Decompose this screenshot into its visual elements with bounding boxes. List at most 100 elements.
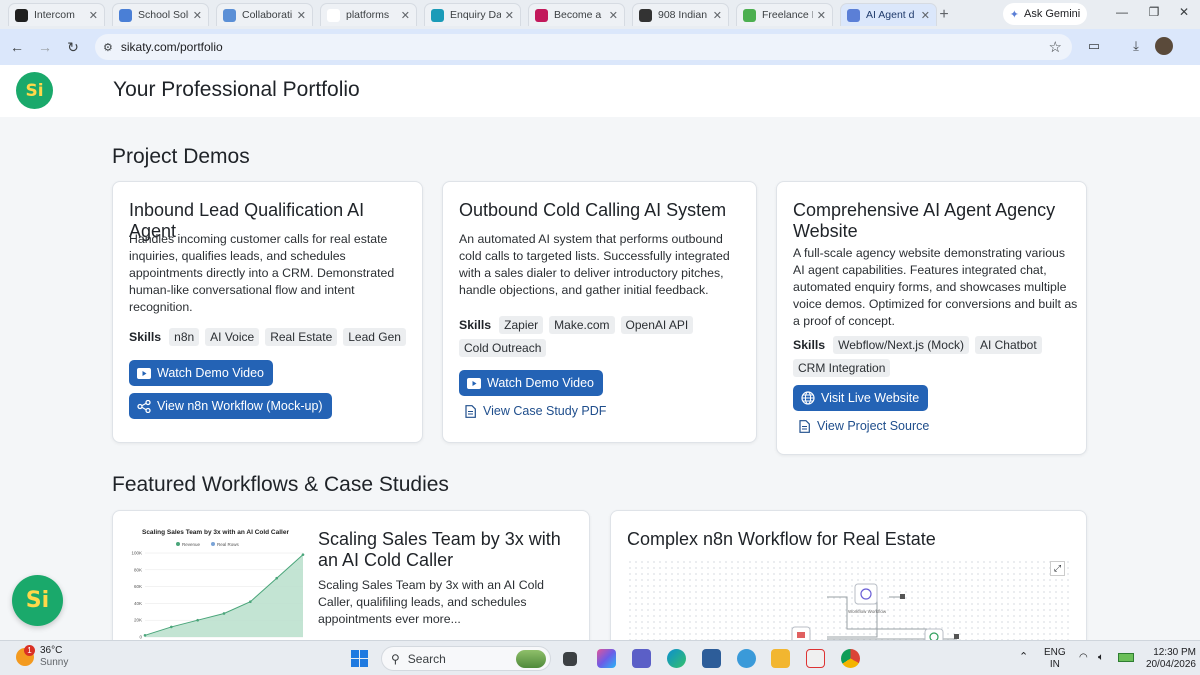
tab-favicon-icon [639, 8, 652, 22]
browser-tab[interactable]: Collaborati ✕ [216, 3, 313, 26]
card-title: Outbound Cold Calling AI System [459, 200, 727, 220]
clock-date: 20/04/2026 [1145, 659, 1196, 670]
file-explorer-icon[interactable] [771, 649, 790, 668]
download-icon[interactable]: ⤓ [1127, 38, 1145, 56]
document-icon [465, 404, 476, 418]
tab-favicon-icon [223, 8, 236, 22]
tab-favicon-icon [15, 8, 28, 22]
restore-button[interactable]: ❐ [1142, 5, 1166, 23]
data-point [143, 634, 147, 637]
workflow-diagram [791, 583, 959, 646]
project-demos-heading: Project Demos [112, 145, 250, 168]
area-chart: RevenueReal Rows100K80K60K40K20K02019201… [131, 542, 308, 644]
vpn-app-icon[interactable] [737, 649, 756, 668]
visit-website-label: Visit Live Website [821, 391, 920, 405]
teams-icon[interactable] [632, 649, 651, 668]
tab-close-icon[interactable]: ✕ [609, 9, 618, 22]
legend-label: Revenue [182, 542, 201, 547]
skill-chip: Lead Gen [343, 328, 406, 346]
lang-line1: ENG [1044, 647, 1066, 658]
battery-icon[interactable] [1118, 653, 1134, 662]
case-study-pdf-link[interactable]: View Case Study PDF [465, 404, 606, 418]
tab-label: Collaborati [242, 9, 293, 21]
weather-widget[interactable]: 1 36°C Sunny [16, 645, 68, 669]
view-workflow-label: View n8n Workflow (Mock-up) [157, 399, 323, 413]
notification-badge: 1 [24, 645, 35, 656]
tab-close-icon[interactable]: ✕ [921, 9, 930, 22]
tab-close-icon[interactable]: ✕ [89, 9, 98, 22]
card-description: An automated AI system that performs out… [459, 232, 730, 297]
tab-favicon-icon [535, 8, 548, 22]
copilot-icon[interactable] [597, 649, 616, 668]
chart-title: Scaling Sales Team by 3x with an AI Cold… [141, 529, 290, 536]
y-tick-label: 100K [131, 551, 142, 556]
bookmark-star-icon[interactable]: ☆ [1049, 38, 1062, 56]
browser-tab[interactable]: Enquiry Da ✕ [424, 3, 521, 26]
tab-label: Enquiry Da [450, 9, 501, 21]
profile-avatar[interactable] [1155, 37, 1173, 55]
case-study-link-label: View Case Study PDF [483, 404, 607, 418]
browser-tab[interactable]: AI Agent d ✕ [840, 3, 937, 26]
task-view-icon[interactable] [563, 652, 577, 666]
skills-label: Skills [793, 338, 826, 352]
tab-close-icon[interactable]: ✕ [297, 9, 306, 22]
new-tab-button[interactable]: + [934, 5, 954, 25]
site-info-icon[interactable]: ⚙ [103, 41, 113, 54]
tab-close-icon[interactable]: ✕ [817, 9, 826, 22]
floating-logo-button[interactable]: Si [12, 575, 63, 626]
url-text[interactable]: sikaty.com/portfolio [121, 40, 223, 54]
show-hidden-icons-chevron[interactable]: ⌃ [1019, 651, 1028, 663]
tab-label: Freelance I [762, 9, 813, 21]
browser-tab[interactable]: Freelance I ✕ [736, 3, 833, 26]
browser-tab[interactable]: platforms ✕ [320, 3, 417, 26]
card-title: Comprehensive AI Agent Agency Website [793, 200, 1056, 241]
reload-icon[interactable]: ↻ [64, 38, 82, 56]
tab-close-icon[interactable]: ✕ [401, 9, 410, 22]
legend-marker [211, 542, 215, 546]
browser-tab[interactable]: School Solu ✕ [112, 3, 209, 26]
address-bar[interactable]: ⚙ sikaty.com/portfolio ☆ [95, 34, 1072, 60]
tab-label: platforms [346, 9, 390, 21]
view-workflow-button[interactable]: View n8n Workflow (Mock-up) [129, 393, 332, 419]
language-indicator[interactable]: ENG IN [1044, 647, 1066, 671]
browser-tab[interactable]: 908 Indian ✕ [632, 3, 729, 26]
visit-website-button[interactable]: Visit Live Website [793, 385, 929, 411]
site-logo[interactable]: Si [16, 72, 53, 109]
windows-start-icon[interactable] [351, 650, 368, 667]
workflow-canvas[interactable]: ⤢ Workflow Workflow [627, 559, 1071, 649]
app-pinned-icon[interactable] [806, 649, 825, 668]
tab-favicon-icon [119, 8, 132, 22]
close-window-button[interactable]: ✕ [1172, 5, 1196, 23]
tab-close-icon[interactable]: ✕ [505, 9, 514, 22]
project-source-label: View Project Source [817, 419, 930, 433]
watch-demo-button[interactable]: Watch Demo Video [129, 360, 273, 386]
back-arrow-icon[interactable]: ← [8, 38, 26, 56]
edge-icon[interactable] [667, 649, 686, 668]
taskbar-search[interactable]: ⚲ Search [381, 646, 551, 671]
watch-demo-button[interactable]: Watch Demo Video [459, 370, 603, 396]
browser-tab[interactable]: Intercom ✕ [8, 3, 105, 26]
y-tick-label: 20K [134, 618, 142, 623]
clock-time: 12:30 PM [1153, 647, 1196, 658]
wifi-icon[interactable]: ◠ [1079, 652, 1088, 664]
reading-mode-icon[interactable]: ▭ [1085, 38, 1103, 56]
skill-chip: CRM Integration [793, 359, 891, 377]
tab-close-icon[interactable]: ✕ [713, 9, 722, 22]
tab-close-icon[interactable]: ✕ [193, 9, 202, 22]
skills-label: Skills [129, 330, 162, 344]
browser-tab[interactable]: Become a ✕ [528, 3, 625, 26]
tab-label: AI Agent d [866, 9, 915, 21]
weather-temp: 36°C [40, 645, 63, 656]
forward-arrow-icon[interactable]: → [36, 38, 54, 56]
clock[interactable]: 12:30 PM 20/04/2026 [1140, 647, 1196, 671]
project-source-link[interactable]: View Project Source [799, 419, 929, 433]
data-point [170, 625, 173, 629]
search-placeholder: Search [407, 651, 446, 666]
tab-label: Become a [554, 9, 602, 21]
ask-gemini-button[interactable]: ✦ Ask Gemini [1003, 3, 1087, 25]
workflow-card: Complex n8n Workflow for Real Estate ⤢ W… [610, 510, 1087, 650]
minimize-button[interactable]: — [1110, 5, 1134, 23]
chrome-icon[interactable] [841, 649, 860, 668]
store-icon[interactable] [702, 649, 721, 668]
volume-icon[interactable]: 🔈︎ [1098, 652, 1104, 664]
